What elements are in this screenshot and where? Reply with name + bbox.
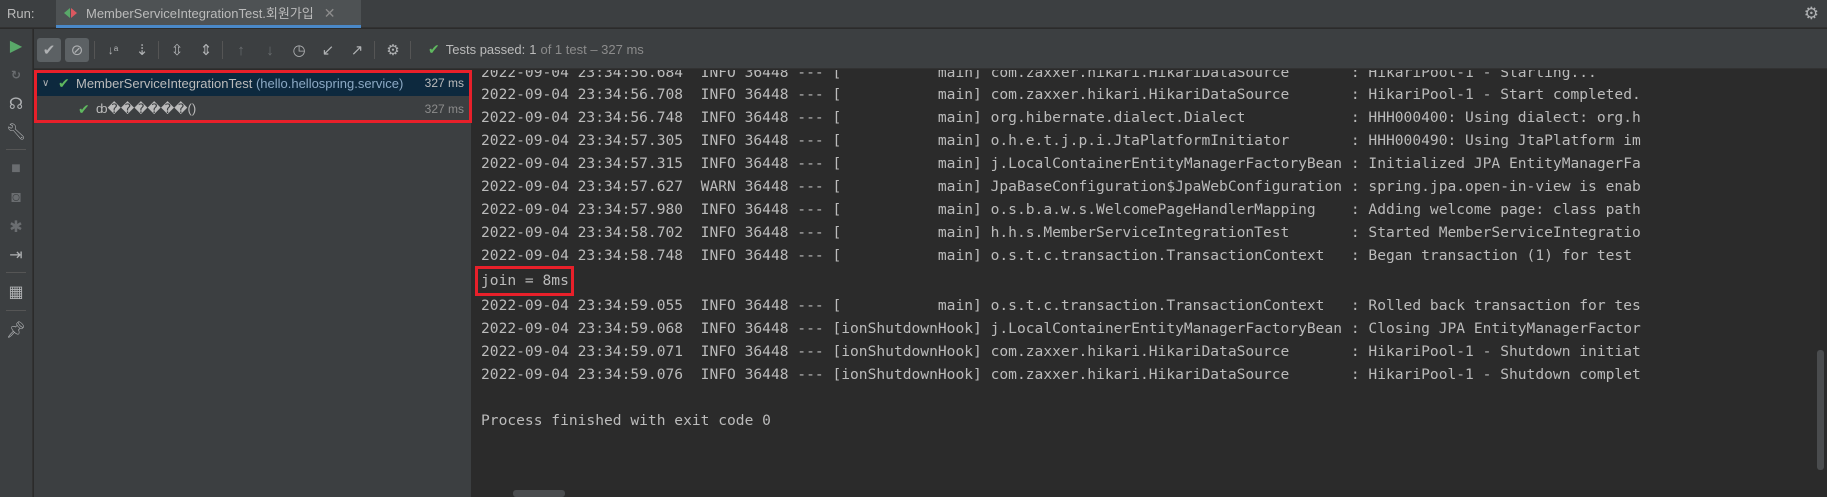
gear-icon[interactable]: ⚙ [1804, 5, 1819, 22]
chevron-down-icon[interactable]: ∨ [42, 78, 49, 89]
arrow-down-icon[interactable]: ↓ [258, 38, 282, 62]
console-output[interactable]: 2022-09-04 23:34:56.684 INFO 36448 --- [… [473, 70, 1827, 497]
log-line: 2022-09-04 23:34:59.071 INFO 36448 --- [… [481, 343, 1641, 360]
stop-icon[interactable]: ■ [5, 158, 27, 180]
rerun-play-icon[interactable]: ▶ [5, 35, 27, 57]
test-method-name: ȸ������() [96, 101, 197, 116]
log-line: 2022-09-04 23:34:57.315 INFO 36448 --- [… [481, 155, 1641, 172]
camera-icon[interactable]: ◙ [5, 187, 27, 209]
log-line: 2022-09-04 23:34:57.980 INFO 36448 --- [… [481, 201, 1641, 218]
run-configuration-tab[interactable]: MemberServiceIntegrationTest.회원가입 ✕ [56, 0, 361, 28]
log-line: 2022-09-04 23:34:58.748 INFO 36448 --- [… [481, 247, 1632, 264]
sort-by-duration-icon[interactable]: ⇣ [130, 38, 154, 62]
test-class-package: (hello.hellospring.service) [255, 75, 404, 91]
test-tree-child-row[interactable]: ✔ ȸ������() 327 ms [34, 96, 472, 122]
tests-passed-label: Tests passed: [445, 42, 526, 57]
run-label: Run: [7, 6, 35, 21]
toggle-auto-test-icon[interactable]: ☊ [5, 93, 27, 115]
test-status-summary: ✔ Tests passed: 1 of 1 test – 327 ms [428, 41, 644, 58]
import-icon[interactable]: ↙ [316, 38, 340, 62]
log-line: 2022-09-04 23:34:59.055 INFO 36448 --- [… [481, 297, 1641, 314]
pin-icon[interactable]: 📌︎ [5, 319, 27, 341]
export-icon[interactable]: ↗ [345, 38, 369, 62]
tests-passed-count: 1 [529, 42, 537, 57]
vertical-scrollbar[interactable] [1817, 350, 1824, 470]
exit-code-line: Process finished with exit code 0 [481, 412, 771, 429]
show-passed-checkmark-icon[interactable]: ✔ [37, 38, 61, 62]
wrench-icon[interactable]: 🔧︎ [5, 121, 27, 143]
log-line: 2022-09-04 23:34:57.305 INFO 36448 --- [… [481, 132, 1641, 149]
log-line: 2022-09-04 23:34:59.068 INFO 36448 --- [… [481, 320, 1641, 337]
collapse-all-icon[interactable]: ⇕ [194, 38, 218, 62]
run-tab-title: MemberServiceIntegrationTest.회원가입 [86, 6, 314, 21]
test-class-name: MemberServiceIntegrationTest [76, 75, 253, 91]
log-line: 2022-09-04 23:34:58.702 INFO 36448 --- [… [481, 224, 1641, 241]
close-tab-icon[interactable]: ✕ [324, 6, 336, 20]
horizontal-scrollbar[interactable] [513, 490, 565, 497]
test-class-name-wrap: MemberServiceIntegrationTest (hello.hell… [76, 76, 403, 91]
test-class-duration: 327 ms [424, 76, 464, 90]
log-line: 2022-09-04 23:34:57.627 WARN 36448 --- [… [481, 178, 1641, 195]
log-line: 2022-09-04 23:34:56.708 INFO 36448 --- [… [481, 86, 1641, 103]
test-tree-root-row[interactable]: ∨ ✔ MemberServiceIntegrationTest (hello.… [34, 70, 472, 96]
layout-icon[interactable]: ▦ [5, 281, 27, 303]
run-tool-window-header: Run: MemberServiceIntegrationTest.회원가입 ✕… [0, 0, 1827, 28]
gear-icon[interactable]: ⚙ [381, 38, 405, 62]
sort-alphabetically-icon[interactable]: ↓ᵃ [101, 38, 125, 62]
clock-icon[interactable]: ◷ [287, 38, 311, 62]
debug-icon[interactable]: ✱ [5, 216, 27, 238]
test-tree-panel: ∨ ✔ MemberServiceIntegrationTest (hello.… [34, 70, 472, 497]
test-run-icon [64, 7, 78, 19]
show-ignored-cancel-icon[interactable]: ⊘ [65, 38, 89, 62]
expand-all-icon[interactable]: ⇳ [165, 38, 189, 62]
exit-icon[interactable]: ⇥ [5, 244, 27, 266]
passed-checkmark-icon: ✔ [428, 41, 440, 57]
test-method-duration: 327 ms [424, 102, 464, 116]
log-line: 2022-09-04 23:34:56.748 INFO 36448 --- [… [481, 109, 1641, 126]
run-side-toolbar: ▶ ↻ ☊ 🔧︎ ■ ◙ ✱ ⇥ ▦ 📌︎ [0, 29, 33, 497]
arrow-up-icon[interactable]: ↑ [229, 38, 253, 62]
tests-total-duration: of 1 test – 327 ms [540, 42, 644, 57]
passed-checkmark-icon: ✔ [78, 100, 90, 117]
log-line: 2022-09-04 23:34:56.684 INFO 36448 --- [… [481, 70, 1597, 81]
passed-checkmark-icon: ✔ [58, 74, 70, 91]
test-runner-toolbar: ✔ ⊘ ↓ᵃ ⇣ ⇳ ⇕ ↑ ↓ ◷ ↙ ↗ ⚙ ✔ Tests passed:… [34, 29, 1827, 69]
log-line: 2022-09-04 23:34:59.076 INFO 36448 --- [… [481, 366, 1641, 383]
join-output-line: join = 8ms [481, 272, 569, 289]
rerun-failed-icon[interactable]: ↻ [5, 64, 27, 86]
